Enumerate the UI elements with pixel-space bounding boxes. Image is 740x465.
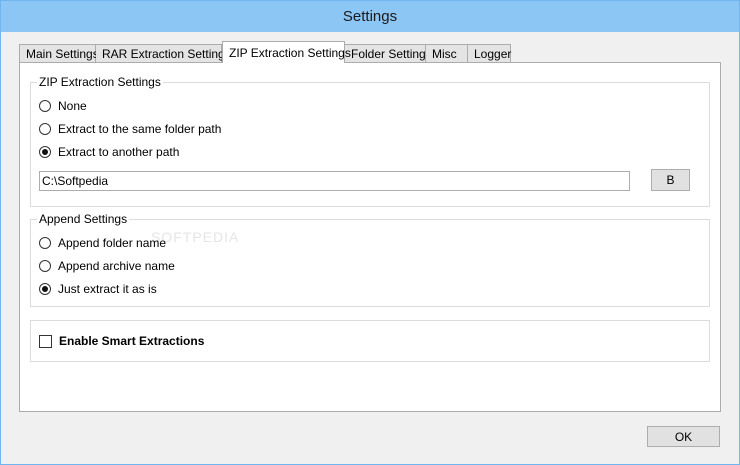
tab-label: Main Settings [26, 47, 99, 61]
group-legend: Append Settings [37, 212, 130, 226]
append-settings-group: Append Settings SOFTPEDIA Append folder … [30, 212, 710, 307]
enable-smart-extractions[interactable]: Enable Smart Extractions [39, 334, 204, 348]
tab-folder-settings[interactable]: Folder Settings [345, 44, 432, 63]
radio-none[interactable]: None [39, 99, 87, 113]
tab-logger[interactable]: Logger [468, 44, 511, 63]
zip-extraction-panel: ZIP Extraction Settings None Extract to … [19, 62, 721, 412]
tab-rar-extraction-settings[interactable]: RAR Extraction Settings [96, 44, 231, 63]
tab-label: ZIP Extraction Settings [229, 45, 351, 60]
radio-label: Extract to the same folder path [58, 122, 222, 136]
radio-append-folder-name[interactable]: Append folder name [39, 236, 166, 250]
tab-label: Misc [432, 47, 457, 61]
window-title: Settings [342, 8, 398, 25]
checkbox[interactable] [39, 334, 52, 348]
radio-label: None [58, 99, 87, 113]
radio-label: Append folder name [58, 236, 167, 250]
title-bar[interactable]: Settings [1, 1, 739, 32]
radio-label: Just extract it as is [58, 282, 157, 296]
tab-main-settings[interactable]: Main Settings [19, 44, 99, 63]
radio-label: Extract to another path [58, 145, 180, 159]
tab-misc[interactable]: Misc [426, 44, 468, 63]
ok-button[interactable]: OK [647, 426, 720, 447]
radio-button[interactable] [39, 146, 51, 158]
tab-label: RAR Extraction Settings [102, 47, 231, 61]
radio-extract-another-path[interactable]: Extract to another path [39, 145, 179, 159]
radio-label: Append archive name [58, 259, 175, 273]
tab-label: Logger [474, 47, 512, 61]
tab-label: Folder Settings [351, 47, 432, 61]
tab-strip: Main Settings RAR Extraction Settings ZI… [19, 41, 511, 63]
radio-button[interactable] [39, 237, 51, 249]
checkbox-label: Enable Smart Extractions [59, 334, 205, 348]
extract-path-input[interactable] [39, 171, 630, 191]
settings-window: Settings Main Settings RAR Extraction Se… [0, 0, 740, 465]
tab-zip-extraction-settings[interactable]: ZIP Extraction Settings [222, 41, 351, 63]
radio-button[interactable] [39, 100, 51, 112]
radio-append-archive-name[interactable]: Append archive name [39, 259, 175, 273]
radio-extract-same-folder[interactable]: Extract to the same folder path [39, 122, 221, 136]
radio-button[interactable] [39, 123, 51, 135]
radio-button[interactable] [39, 260, 51, 272]
radio-just-extract[interactable]: Just extract it as is [39, 282, 157, 296]
browse-button[interactable]: B [651, 169, 690, 191]
group-legend: ZIP Extraction Settings [37, 75, 163, 89]
zip-extraction-group: ZIP Extraction Settings None Extract to … [30, 75, 710, 207]
smart-extractions-group: Enable Smart Extractions [30, 320, 710, 362]
radio-button[interactable] [39, 283, 51, 295]
